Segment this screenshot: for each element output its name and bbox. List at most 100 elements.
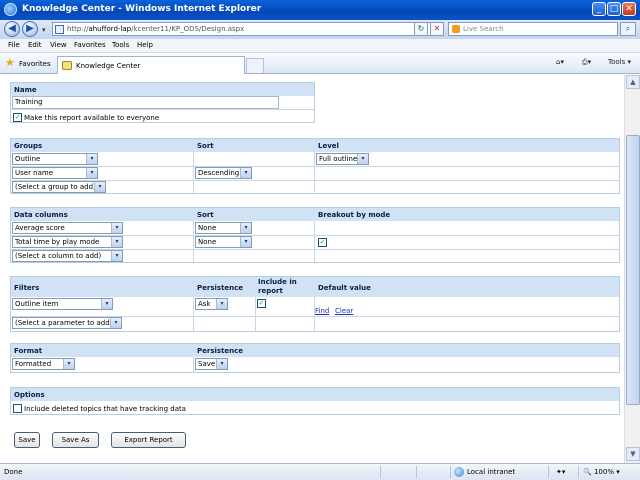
column-sort-select-1[interactable]: None ▾: [195, 222, 252, 234]
filter-persistence-select[interactable]: Ask ▾: [195, 298, 228, 310]
level-select[interactable]: Full outline ▾: [316, 153, 369, 165]
home-icon[interactable]: ⌂▾: [556, 58, 564, 66]
refresh-button[interactable]: ↻: [414, 22, 428, 36]
chevron-down-icon: ▾: [240, 237, 251, 247]
print-icon[interactable]: ⎙▾: [582, 58, 591, 67]
options-header: Options: [11, 388, 619, 401]
menu-tools[interactable]: Tools: [112, 41, 129, 49]
tab-knowledge-center[interactable]: Knowledge Center: [57, 56, 245, 74]
minimize-button[interactable]: _: [592, 2, 606, 16]
add-column-select[interactable]: (Select a column to add) ▾: [12, 250, 123, 262]
chevron-down-icon: ▾: [86, 168, 97, 178]
format-header: Format Persistence: [11, 344, 619, 357]
select-value: (Select a parameter to add): [15, 319, 113, 327]
select-value: (Select a group to add): [15, 183, 96, 191]
search-button[interactable]: ⌕: [620, 22, 636, 36]
menu-favorites[interactable]: Favorites: [74, 41, 106, 49]
divider: [193, 357, 194, 372]
menu-view[interactable]: View: [50, 41, 67, 49]
available-to-everyone-label: Make this report available to everyone: [24, 114, 160, 122]
window-title: Knowledge Center - Windows Internet Expl…: [22, 4, 262, 14]
ie-icon: [4, 3, 17, 16]
divider: [255, 297, 256, 331]
divider: [380, 466, 381, 478]
select-value: Total time by play mode: [15, 238, 100, 246]
clear-link[interactable]: Clear: [335, 307, 353, 315]
url-input[interactable]: http://ahufford-lap/kcenter11/KP_ODS/Des…: [52, 22, 442, 36]
divider: [193, 152, 194, 193]
format-select[interactable]: Formatted ▾: [12, 358, 75, 370]
menu-edit[interactable]: Edit: [28, 41, 42, 49]
chevron-down-icon: ▾: [357, 154, 368, 164]
menu-help[interactable]: Help: [137, 41, 153, 49]
chevron-down-icon: ▾: [627, 58, 631, 66]
globe-icon: [454, 467, 464, 477]
page-content: Name Training ✓ Make this report availab…: [0, 75, 624, 463]
divider: [450, 466, 451, 478]
page-icon: [55, 25, 64, 34]
stop-button[interactable]: ✕: [430, 22, 444, 36]
select-value: Ask: [198, 300, 211, 308]
add-group-select[interactable]: (Select a group to add) ▾: [12, 181, 106, 193]
select-value: Outline: [15, 155, 41, 163]
address-bar: ◀ ▶ ▾ http://ahufford-lap/kcenter11/KP_O…: [0, 20, 640, 39]
protected-mode-icon[interactable]: ✦▾: [556, 468, 565, 476]
tools-menu-button[interactable]: Tools ▾: [608, 58, 631, 66]
title-bar: Knowledge Center - Windows Internet Expl…: [0, 0, 640, 20]
column-sort-select-2[interactable]: None ▾: [195, 236, 252, 248]
group-select-outline[interactable]: Outline ▾: [12, 153, 98, 165]
group-select-user-name[interactable]: User name ▾: [12, 167, 98, 179]
name-panel: Name Training ✓ Make this report availab…: [10, 82, 315, 123]
add-parameter-select[interactable]: (Select a parameter to add) ▾: [12, 317, 122, 329]
menu-file[interactable]: File: [8, 41, 20, 49]
favorites-star-icon[interactable]: ★: [5, 57, 15, 69]
scroll-down-icon[interactable]: ▼: [626, 447, 640, 461]
chevron-down-icon: ▾: [110, 318, 121, 328]
columns-heading: Data columns: [14, 211, 68, 219]
find-link[interactable]: Find: [315, 307, 329, 315]
persistence-heading: Persistence: [197, 284, 244, 292]
close-button[interactable]: ✕: [622, 2, 636, 16]
filters-header: Filters Persistence Include in report De…: [11, 277, 619, 297]
filter-select-outline-item[interactable]: Outline item ▾: [12, 298, 113, 310]
divider: [193, 221, 194, 262]
save-as-button[interactable]: Save As: [52, 432, 99, 448]
vertical-scrollbar[interactable]: ▲ ▼: [624, 75, 640, 463]
back-button[interactable]: ◀: [4, 21, 20, 37]
groups-panel: Groups Sort Level Outline ▾ Full outline ▾…: [10, 138, 620, 194]
tab-label: Knowledge Center: [76, 62, 141, 70]
favorites-button[interactable]: Favorites: [19, 60, 51, 68]
status-text: Done: [4, 468, 23, 476]
url-host: ahufford-lap: [88, 25, 132, 33]
save-button[interactable]: Save: [14, 432, 40, 448]
search-input[interactable]: Live Search: [448, 22, 618, 36]
breakout-checkbox[interactable]: ✓: [318, 238, 327, 247]
new-tab-button[interactable]: [246, 58, 264, 73]
scroll-thumb[interactable]: [626, 135, 640, 405]
group-sort-select[interactable]: Descending ▾: [195, 167, 252, 179]
report-name-input[interactable]: Training: [12, 96, 279, 109]
select-value: None: [198, 224, 217, 232]
scroll-up-icon[interactable]: ▲: [626, 75, 640, 89]
url-prefix: http://: [67, 25, 89, 33]
chevron-down-icon: ▾: [86, 154, 97, 164]
include-in-report-checkbox[interactable]: ✓: [257, 299, 266, 308]
select-value: None: [198, 238, 217, 246]
forward-button[interactable]: ▶: [22, 21, 38, 37]
divider: [314, 152, 315, 193]
format-persistence-select[interactable]: Save ▾: [195, 358, 228, 370]
select-value: Save: [198, 360, 216, 368]
export-report-button[interactable]: Export Report: [111, 432, 186, 448]
available-to-everyone-checkbox[interactable]: ✓: [13, 113, 22, 122]
persistence-heading: Persistence: [197, 347, 244, 355]
history-dropdown-icon[interactable]: ▾: [42, 26, 46, 34]
column-select-total-time[interactable]: Total time by play mode ▾: [12, 236, 123, 248]
include-deleted-topics-label: Include deleted topics that have trackin…: [24, 405, 187, 413]
maximize-button[interactable]: □: [607, 2, 621, 16]
sort-heading: Sort: [197, 211, 214, 219]
select-value: Average score: [15, 224, 65, 232]
include-deleted-topics-checkbox[interactable]: [13, 404, 22, 413]
column-select-average-score[interactable]: Average score ▾: [12, 222, 123, 234]
chevron-down-icon: ▾: [94, 182, 105, 192]
zoom-control[interactable]: 🔍 100% ▾: [583, 468, 620, 476]
